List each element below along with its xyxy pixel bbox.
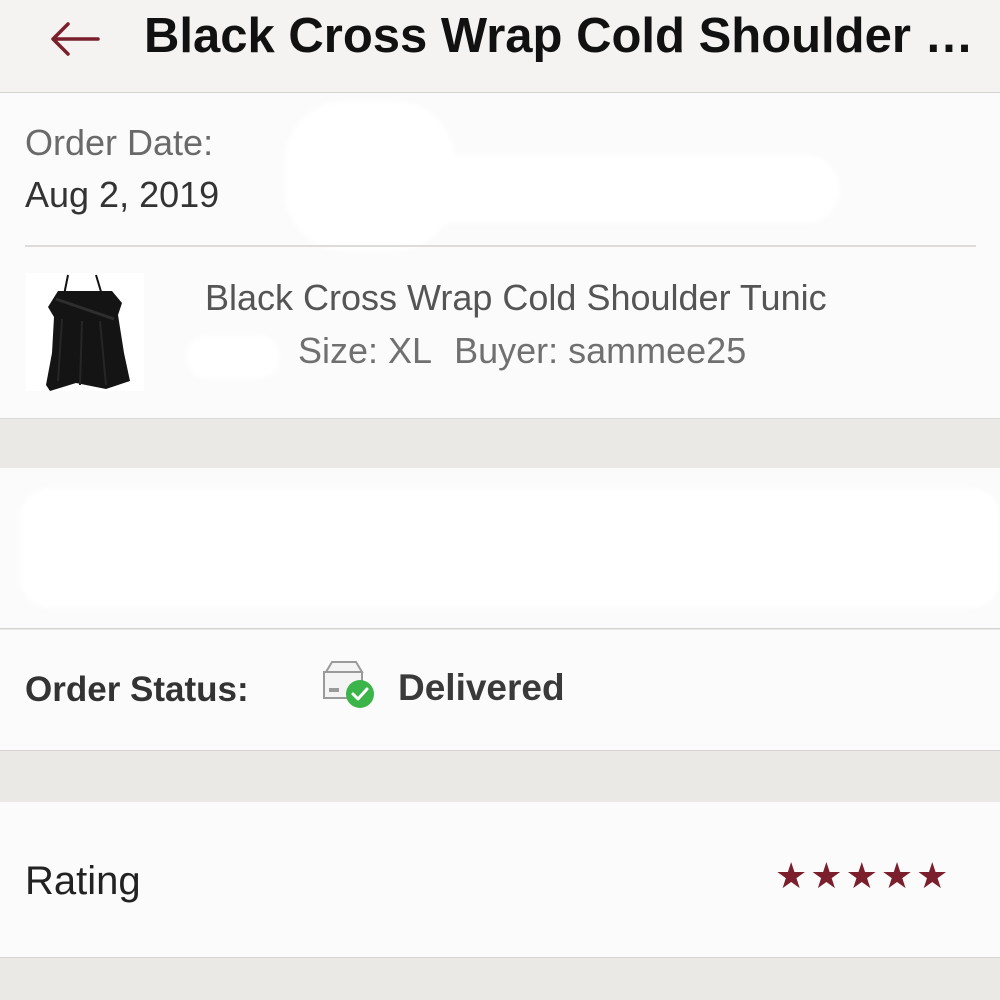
divider	[25, 245, 976, 247]
arrow-left-icon	[51, 22, 100, 56]
order-status-label: Order Status:	[25, 670, 249, 709]
order-status-value: Delivered	[398, 667, 565, 708]
tunic-image	[46, 274, 130, 391]
star-icon[interactable]: ★	[916, 856, 948, 896]
header-bar: Black Cross Wrap Cold Shoulder Tunic	[0, 0, 1000, 93]
redacted-area	[186, 335, 280, 379]
order-details-screen: Black Cross Wrap Cold Shoulder Tunic Ord…	[0, 0, 1000, 1000]
order-summary-card: Order Date: Aug 2, 2019 Black Cross Wrap…	[0, 93, 1000, 419]
redacted-area	[300, 155, 840, 223]
order-date-value: Aug 2, 2019	[25, 174, 220, 215]
section-gap	[0, 958, 1000, 1000]
order-status-card: Order Status: Delivered	[0, 630, 1000, 751]
order-date-label: Order Date:	[25, 122, 214, 163]
item-thumbnail[interactable]	[26, 273, 144, 391]
rating-label: Rating	[25, 859, 141, 903]
item-size: Size: XL	[298, 330, 433, 371]
package-delivered-icon	[320, 658, 380, 710]
item-title: Black Cross Wrap Cold Shoulder Tunic	[205, 277, 827, 318]
redacted-area	[20, 488, 1000, 608]
star-icon[interactable]: ★	[846, 856, 878, 896]
star-icon[interactable]: ★	[810, 856, 842, 896]
rating-card: Rating ★ ★ ★ ★ ★	[0, 802, 1000, 958]
section-gap	[0, 419, 1000, 468]
redacted-card	[0, 468, 1000, 629]
star-rating[interactable]: ★ ★ ★ ★ ★	[775, 856, 948, 896]
section-gap	[0, 751, 1000, 802]
back-button[interactable]	[44, 14, 104, 64]
star-icon[interactable]: ★	[881, 856, 913, 896]
item-meta: Size: XL Buyer: sammee25	[298, 331, 746, 371]
page-title: Black Cross Wrap Cold Shoulder Tunic	[144, 9, 984, 63]
star-icon[interactable]: ★	[775, 856, 807, 896]
item-buyer: Buyer: sammee25	[454, 330, 747, 371]
